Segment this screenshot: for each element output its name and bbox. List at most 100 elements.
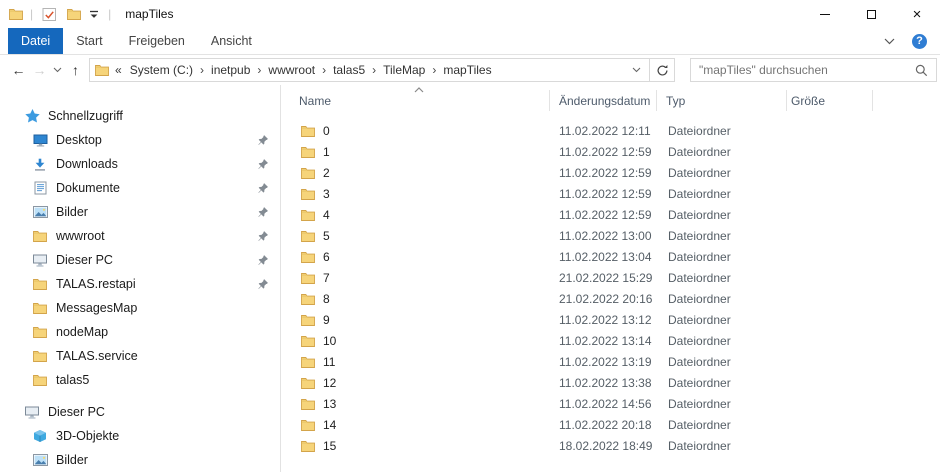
cube-icon bbox=[31, 429, 49, 443]
tab-start[interactable]: Start bbox=[63, 28, 115, 54]
breadcrumb-separator-icon[interactable]: › bbox=[320, 63, 328, 77]
sidebar-item-wwwroot[interactable]: wwwroot bbox=[0, 224, 280, 248]
refresh-button[interactable] bbox=[649, 59, 674, 81]
sidebar-item-label: 3D-Objekte bbox=[56, 429, 119, 443]
tab-freigeben[interactable]: Freigeben bbox=[116, 28, 198, 54]
qat-customize-button[interactable] bbox=[87, 0, 101, 28]
address-dropdown-chevron-icon[interactable] bbox=[624, 67, 649, 73]
folder-icon bbox=[301, 356, 315, 368]
search-input[interactable]: "mapTiles" durchsuchen bbox=[690, 58, 937, 82]
help-icon[interactable]: ? bbox=[912, 34, 927, 49]
refresh-icon bbox=[656, 64, 669, 77]
sidebar-item-label: TALAS.restapi bbox=[56, 277, 136, 291]
column-header-type[interactable]: Typ bbox=[656, 94, 786, 108]
file-row-0[interactable]: 011.02.2022 12:11Dateiordner bbox=[281, 120, 940, 141]
file-row-12[interactable]: 1211.02.2022 13:38Dateiordner bbox=[281, 372, 940, 393]
breadcrumb-tilemap[interactable]: TileMap bbox=[378, 63, 430, 77]
file-row-15[interactable]: 1518.02.2022 18:49Dateiordner bbox=[281, 435, 940, 456]
minimize-button[interactable] bbox=[802, 0, 848, 28]
file-row-1[interactable]: 111.02.2022 12:59Dateiordner bbox=[281, 141, 940, 162]
file-row-14[interactable]: 1411.02.2022 20:18Dateiordner bbox=[281, 414, 940, 435]
file-date: 11.02.2022 14:56 bbox=[549, 397, 656, 411]
address-bar[interactable]: «System (C:)›inetpub›wwwroot›talas5›Tile… bbox=[89, 58, 675, 82]
file-name: 0 bbox=[323, 124, 330, 138]
file-row-5[interactable]: 511.02.2022 13:00Dateiordner bbox=[281, 225, 940, 246]
file-name-cell: 8 bbox=[281, 292, 549, 306]
caption-buttons: × bbox=[802, 0, 940, 28]
sidebar-item-talas-restapi[interactable]: TALAS.restapi bbox=[0, 272, 280, 296]
close-button[interactable]: × bbox=[894, 0, 940, 28]
breadcrumb-system-c[interactable]: System (C:) bbox=[125, 63, 198, 77]
breadcrumb-wwwroot[interactable]: wwwroot bbox=[263, 63, 320, 77]
sidebar-item-bilder[interactable]: Bilder bbox=[0, 448, 280, 472]
file-date: 11.02.2022 13:12 bbox=[549, 313, 656, 327]
sidebar-item-3d-objekte[interactable]: 3D-Objekte bbox=[0, 424, 280, 448]
breadcrumb-separator-icon[interactable]: › bbox=[370, 63, 378, 77]
sidebar-item-schnellzugriff[interactable]: Schnellzugriff bbox=[0, 104, 280, 128]
column-separator[interactable] bbox=[786, 90, 787, 111]
file-name-cell: 13 bbox=[281, 397, 549, 411]
file-rows: 011.02.2022 12:11Dateiordner111.02.2022 … bbox=[281, 120, 940, 456]
back-button[interactable]: ← bbox=[8, 58, 29, 82]
column-separator[interactable] bbox=[656, 90, 657, 111]
breadcrumb-talas5[interactable]: talas5 bbox=[328, 63, 370, 77]
file-name: 8 bbox=[323, 292, 330, 306]
file-row-4[interactable]: 411.02.2022 12:59Dateiordner bbox=[281, 204, 940, 225]
breadcrumb-truncation-marker[interactable]: « bbox=[114, 63, 125, 77]
column-header-size[interactable]: Größe bbox=[786, 94, 872, 108]
chevron-down-bar-icon bbox=[89, 10, 99, 19]
sidebar-item-talas5[interactable]: talas5 bbox=[0, 368, 280, 392]
file-row-10[interactable]: 1011.02.2022 13:14Dateiordner bbox=[281, 330, 940, 351]
sidebar-item-downloads[interactable]: Downloads bbox=[0, 152, 280, 176]
file-name: 6 bbox=[323, 250, 330, 264]
breadcrumb-separator-icon[interactable]: › bbox=[430, 63, 438, 77]
chevron-down-icon bbox=[53, 67, 62, 73]
file-row-11[interactable]: 1111.02.2022 13:19Dateiordner bbox=[281, 351, 940, 372]
column-separator[interactable] bbox=[549, 90, 550, 111]
file-row-7[interactable]: 721.02.2022 15:29Dateiordner bbox=[281, 267, 940, 288]
column-separator[interactable] bbox=[872, 90, 873, 111]
breadcrumb-inetpub[interactable]: inetpub bbox=[206, 63, 255, 77]
file-name-cell: 2 bbox=[281, 166, 549, 180]
collapse-ribbon-chevron-icon[interactable] bbox=[884, 38, 895, 45]
folder-icon bbox=[31, 350, 49, 362]
file-row-2[interactable]: 211.02.2022 12:59Dateiordner bbox=[281, 162, 940, 183]
titlebar-separator: | bbox=[108, 8, 111, 20]
qat-new-folder-button[interactable] bbox=[65, 0, 83, 28]
file-row-13[interactable]: 1311.02.2022 14:56Dateiordner bbox=[281, 393, 940, 414]
sidebar-item-nodemap[interactable]: nodeMap bbox=[0, 320, 280, 344]
file-row-9[interactable]: 911.02.2022 13:12Dateiordner bbox=[281, 309, 940, 330]
file-name: 13 bbox=[323, 397, 336, 411]
sidebar-item-label: Bilder bbox=[56, 205, 88, 219]
navigation-pane: SchnellzugriffDesktopDownloadsDokumente B… bbox=[0, 85, 281, 472]
recent-locations-chevron-icon[interactable] bbox=[50, 58, 65, 82]
breadcrumb-separator-icon[interactable]: › bbox=[255, 63, 263, 77]
file-row-8[interactable]: 821.02.2022 20:16Dateiordner bbox=[281, 288, 940, 309]
column-header-date[interactable]: Änderungsdatum bbox=[549, 94, 656, 108]
qat-properties-button[interactable] bbox=[40, 0, 59, 28]
sidebar-item-bilder[interactable]: Bilder bbox=[0, 200, 280, 224]
sidebar-item-dieser-pc[interactable]: Dieser PC bbox=[0, 248, 280, 272]
pictures-icon bbox=[31, 454, 49, 466]
breadcrumb-maptiles[interactable]: mapTiles bbox=[438, 63, 496, 77]
sidebar-item-label: nodeMap bbox=[56, 325, 108, 339]
up-button[interactable]: ↑ bbox=[65, 58, 86, 82]
tab-datei[interactable]: Datei bbox=[8, 28, 63, 54]
breadcrumb-separator-icon[interactable]: › bbox=[198, 63, 206, 77]
file-type: Dateiordner bbox=[656, 124, 786, 138]
sidebar-item-desktop[interactable]: Desktop bbox=[0, 128, 280, 152]
sidebar-item-dieser-pc[interactable]: Dieser PC bbox=[0, 400, 280, 424]
file-date: 11.02.2022 12:59 bbox=[549, 208, 656, 222]
sidebar-item-dokumente[interactable]: Dokumente bbox=[0, 176, 280, 200]
column-header-name[interactable]: Name bbox=[281, 94, 549, 108]
sidebar-item-messagesmap[interactable]: MessagesMap bbox=[0, 296, 280, 320]
tab-ansicht[interactable]: Ansicht bbox=[198, 28, 265, 54]
maximize-button[interactable] bbox=[848, 0, 894, 28]
file-type: Dateiordner bbox=[656, 208, 786, 222]
file-row-6[interactable]: 611.02.2022 13:04Dateiordner bbox=[281, 246, 940, 267]
file-name: 15 bbox=[323, 439, 336, 453]
sidebar-item-talas-service[interactable]: TALAS.service bbox=[0, 344, 280, 368]
forward-button[interactable]: → bbox=[29, 58, 50, 82]
file-name: 5 bbox=[323, 229, 330, 243]
file-row-3[interactable]: 311.02.2022 12:59Dateiordner bbox=[281, 183, 940, 204]
